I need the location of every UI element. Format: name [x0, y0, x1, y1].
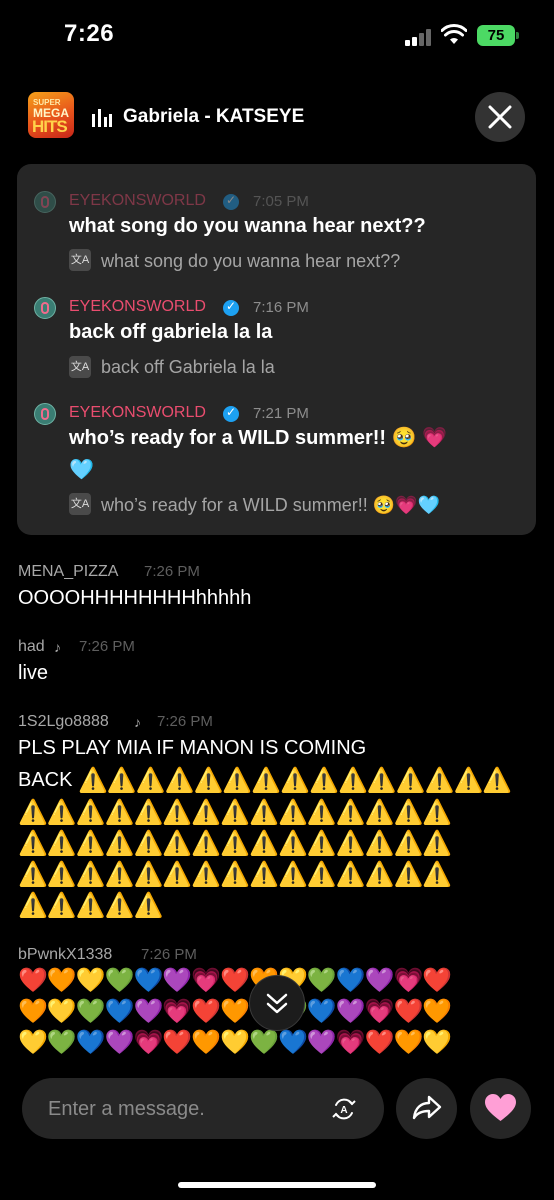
username[interactable]: 1S2Lgo8888 — [18, 713, 109, 731]
close-icon — [488, 105, 512, 129]
warning-emoji-row: ⚠️⚠️⚠️⚠️⚠️⚠️⚠️⚠️⚠️⚠️⚠️⚠️⚠️⚠️⚠️ — [18, 830, 452, 857]
status-time: 7:26 — [64, 20, 115, 47]
translate-icon: 文A — [69, 493, 91, 515]
double-chevron-down-icon — [266, 993, 288, 1014]
translate-toggle-icon[interactable]: A — [330, 1095, 358, 1123]
username[interactable]: bPwnkX1338 — [18, 946, 112, 964]
heart-icon — [485, 1094, 516, 1121]
message-input[interactable] — [46, 1078, 320, 1141]
share-arrow-icon — [412, 1095, 442, 1120]
translate-icon: 文A — [69, 249, 91, 271]
timestamp: 7:26 PM — [141, 946, 197, 963]
app-logo[interactable]: SUPER MEGA HITS — [28, 92, 74, 138]
svg-text:A: A — [340, 1105, 347, 1116]
warning-emoji-row: ⚠️⚠️⚠️⚠️⚠️⚠️⚠️⚠️⚠️⚠️⚠️⚠️⚠️⚠️⚠️ — [78, 767, 512, 794]
wifi-icon — [441, 24, 467, 44]
app-logo-text-3: HITS — [32, 117, 68, 136]
username[interactable]: MENA_PIZZA — [18, 563, 118, 581]
battery-indicator: 75 — [477, 25, 519, 46]
username[interactable]: had — [18, 638, 45, 656]
now-playing-icon — [92, 109, 112, 127]
warning-emoji-row: ⚠️⚠️⚠️⚠️⚠️⚠️⚠️⚠️⚠️⚠️⚠️⚠️⚠️⚠️⚠️ — [18, 799, 452, 826]
scroll-to-bottom-button[interactable] — [249, 975, 305, 1031]
like-button[interactable] — [470, 1078, 531, 1139]
chat-message-line-1: PLS PLAY MIA IF MANON IS COMING — [18, 737, 367, 759]
message-text-line-2: 🩵 — [69, 459, 94, 481]
status-bar: 7:26 75 — [0, 0, 554, 72]
timestamp: 7:26 PM — [79, 638, 135, 655]
music-note-icon: ♪ — [134, 714, 141, 730]
chat-message-line-2: BACK — [18, 769, 73, 791]
verified-badge-icon — [223, 193, 239, 210]
verified-badge-icon — [223, 405, 239, 422]
message-text: back off gabriela la la — [69, 321, 273, 343]
battery-level: 75 — [487, 27, 505, 44]
chat-message-text: OOOOHHHHHHHHhhhhh — [18, 587, 252, 609]
chat-message-text: live — [18, 662, 49, 684]
heart-emoji-row: 🧡💛💚💙💜💗❤️🧡💛💚💙💜💗❤️🧡 — [18, 998, 452, 1025]
avatar — [34, 403, 56, 425]
translated-text: who’s ready for a WILD summer!! 🥹💗🩵 — [101, 495, 440, 515]
now-playing-title[interactable]: Gabriela - KATSEYE — [123, 106, 304, 128]
timestamp: 7:26 PM — [157, 713, 213, 730]
heart-emoji-row: 💛💚💙💜💗❤️🧡💛💚💙💜💗❤️🧡💛 — [18, 1029, 452, 1056]
translate-icon: 文A — [69, 356, 91, 378]
pinned-messages-panel: EYEKONSWORLD 7:05 PM what song do you wa… — [17, 164, 536, 535]
username[interactable]: EYEKONSWORLD — [69, 298, 206, 316]
heart-emoji-row: ❤️🧡💛💚💙💜💗❤️🧡💛💚💙💜💗❤️ — [18, 967, 452, 994]
translated-text: back off Gabriela la la — [101, 357, 275, 377]
translated-text: what song do you wanna hear next?? — [101, 251, 401, 271]
username[interactable]: EYEKONSWORLD — [69, 404, 206, 422]
warning-emoji-row: ⚠️⚠️⚠️⚠️⚠️ — [18, 892, 163, 919]
message-text-line-1: who’s ready for a WILD summer!! 🥹 💗 — [69, 427, 448, 449]
warning-emoji-row: ⚠️⚠️⚠️⚠️⚠️⚠️⚠️⚠️⚠️⚠️⚠️⚠️⚠️⚠️⚠️ — [18, 861, 452, 888]
username[interactable]: EYEKONSWORLD — [69, 192, 206, 210]
message-text: what song do you wanna hear next?? — [69, 215, 426, 237]
avatar — [34, 191, 56, 213]
music-note-icon: ♪ — [54, 639, 61, 655]
live-header: SUPER MEGA HITS Gabriela - KATSEYE — [0, 92, 554, 144]
timestamp: 7:16 PM — [253, 299, 309, 316]
close-button[interactable] — [475, 92, 525, 142]
timestamp: 7:05 PM — [253, 193, 309, 210]
timestamp: 7:21 PM — [253, 405, 309, 422]
cellular-signal-icon — [405, 28, 433, 46]
timestamp: 7:26 PM — [144, 563, 200, 580]
verified-badge-icon — [223, 299, 239, 316]
home-indicator[interactable] — [178, 1182, 376, 1188]
avatar — [34, 297, 56, 319]
message-composer: A — [22, 1078, 384, 1141]
share-button[interactable] — [396, 1078, 457, 1139]
